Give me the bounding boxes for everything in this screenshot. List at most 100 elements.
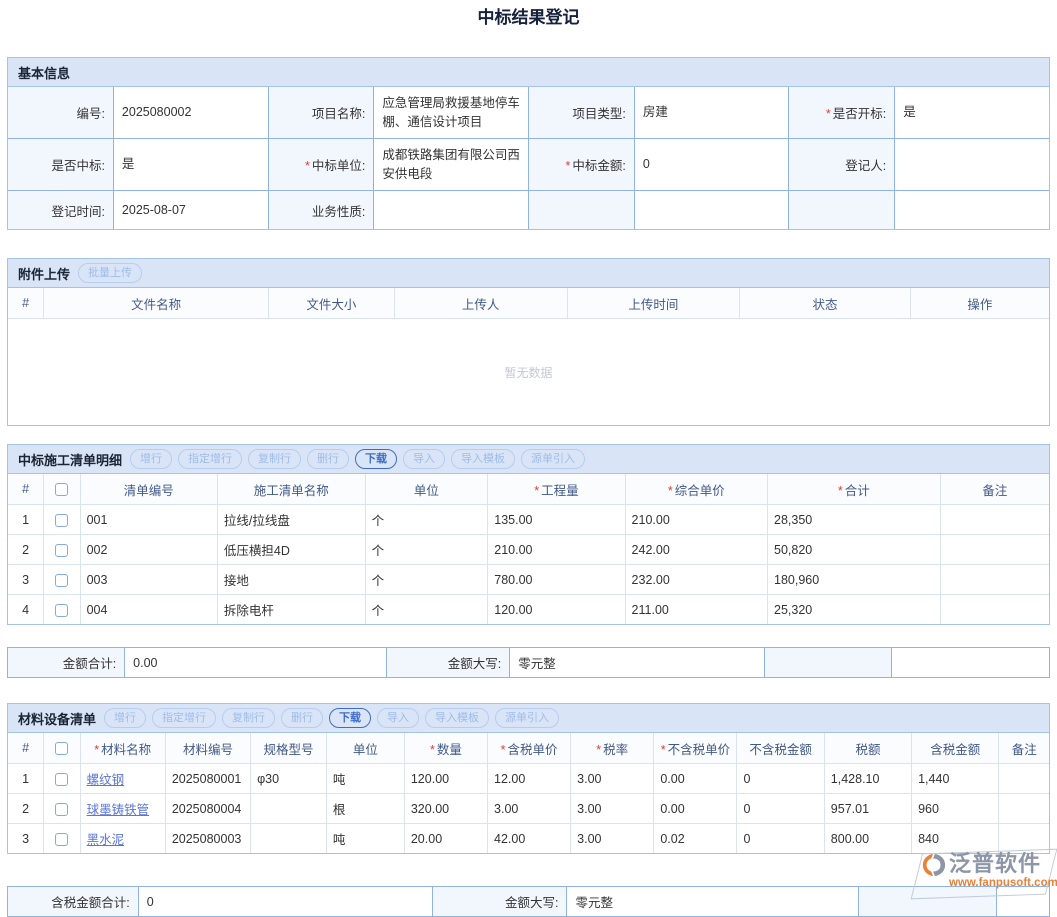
cell <box>999 764 1049 794</box>
cell: 004 <box>80 595 217 625</box>
column-header: *合计 <box>768 474 941 505</box>
totals-spacer-label <box>764 648 892 677</box>
section-title: 附件上传 <box>18 264 70 283</box>
field-value: 0 <box>634 139 789 191</box>
cell: 0.02 <box>654 824 737 854</box>
checkbox-icon[interactable] <box>55 773 68 786</box>
cell: 210.00 <box>625 505 767 535</box>
field-label: *中标金额: <box>528 139 634 191</box>
field-value: 成都铁路集团有限公司西安供电段 <box>374 139 529 191</box>
select-all-checkbox[interactable] <box>44 733 80 764</box>
column-header: # <box>8 733 44 764</box>
copy-row-button[interactable]: 复制行 <box>248 449 301 469</box>
cell: 拉线/拉线盘 <box>217 505 365 535</box>
copy-row-button[interactable]: 复制行 <box>222 708 275 728</box>
section-bid-list-header: 中标施工清单明细 增行指定增行复制行删行下载导入导入模板源单引入 <box>8 445 1049 474</box>
required-asterisk: * <box>838 484 843 498</box>
cell: 0 <box>737 764 824 794</box>
column-header: 文件大小 <box>269 288 395 319</box>
material-link[interactable]: 球墨铸铁管 <box>87 803 150 817</box>
select-all-checkbox[interactable] <box>44 474 80 505</box>
cell <box>940 595 1049 625</box>
add-row-button[interactable]: 增行 <box>104 708 146 728</box>
field-label: 登记时间: <box>8 191 113 230</box>
cell: 50,820 <box>768 535 941 565</box>
field-value: 应急管理局救援基地停车棚、通信设计项目 <box>374 87 529 139</box>
field-label: 项目名称: <box>268 87 374 139</box>
cell: 232.00 <box>625 565 767 595</box>
cell: 个 <box>365 505 488 535</box>
column-header: 施工清单名称 <box>217 474 365 505</box>
table-row: 1001拉线/拉线盘个135.00210.0028,350 <box>8 505 1049 535</box>
field-value <box>895 191 1049 230</box>
section-title: 中标施工清单明细 <box>18 450 122 469</box>
cell: 3.00 <box>571 794 654 824</box>
source-import-button[interactable]: 源单引入 <box>495 708 559 728</box>
cell: 个 <box>365 535 488 565</box>
checkbox-icon[interactable] <box>55 574 68 587</box>
column-header: 规格型号 <box>251 733 327 764</box>
section-basic-info: 基本信息 编号:2025080002项目名称:应急管理局救援基地停车棚、通信设计… <box>7 57 1050 230</box>
cell: 黑水泥 <box>80 824 165 854</box>
delete-row-button[interactable]: 删行 <box>307 449 349 469</box>
fanpu-brand-text: 泛普软件 <box>949 852 1057 876</box>
column-header: *数量 <box>404 733 487 764</box>
field-value: 房建 <box>634 87 789 139</box>
row-index: 1 <box>8 505 44 535</box>
cell: φ30 <box>251 764 327 794</box>
bid-list-totals-row: 金额合计: 0.00 金额大写: 零元整 <box>7 647 1050 678</box>
column-header: 材料编号 <box>165 733 250 764</box>
insert-row-button[interactable]: 指定增行 <box>178 449 242 469</box>
download-button[interactable]: 下载 <box>329 708 371 728</box>
material-link[interactable]: 黑水泥 <box>87 833 125 847</box>
column-header: 状态 <box>740 288 911 319</box>
required-asterisk: * <box>565 159 570 173</box>
checkbox-icon[interactable] <box>55 604 68 617</box>
amount-caps-label: 金额大写: <box>386 648 509 677</box>
column-header: *材料名称 <box>80 733 165 764</box>
field-label: 是否中标: <box>8 139 113 191</box>
cell: 003 <box>80 565 217 595</box>
checkbox-icon[interactable] <box>55 742 68 755</box>
cell: 960 <box>912 794 999 824</box>
section-basic-info-header: 基本信息 <box>8 58 1049 87</box>
import-button[interactable]: 导入 <box>377 708 419 728</box>
download-button[interactable]: 下载 <box>355 449 397 469</box>
table-row: 3003接地个780.00232.00180,960 <box>8 565 1049 595</box>
checkbox-icon[interactable] <box>55 833 68 846</box>
batch-upload-button[interactable]: 批量上传 <box>78 263 142 283</box>
cell <box>251 824 327 854</box>
source-import-button[interactable]: 源单引入 <box>521 449 585 469</box>
cell: 25,320 <box>768 595 941 625</box>
field-value: 2025-08-07 <box>113 191 268 230</box>
column-header: *综合单价 <box>625 474 767 505</box>
field-label: *中标单位: <box>268 139 374 191</box>
cell: 吨 <box>326 764 404 794</box>
field-label <box>789 191 895 230</box>
tax-amount-total-label: 含税金额合计: <box>8 887 138 916</box>
add-row-button[interactable]: 增行 <box>130 449 172 469</box>
cell: 1,440 <box>912 764 999 794</box>
material-link[interactable]: 螺纹钢 <box>87 773 125 787</box>
section-title: 材料设备清单 <box>18 709 96 728</box>
checkbox-icon[interactable] <box>55 483 68 496</box>
attachments-table: #文件名称文件大小上传人上传时间状态操作 <box>8 288 1049 319</box>
checkbox-icon[interactable] <box>55 514 68 527</box>
checkbox-icon[interactable] <box>55 544 68 557</box>
insert-row-button[interactable]: 指定增行 <box>152 708 216 728</box>
field-value <box>374 191 529 230</box>
import-template-button[interactable]: 导入模板 <box>425 708 489 728</box>
cell: 002 <box>80 535 217 565</box>
delete-row-button[interactable]: 删行 <box>281 708 323 728</box>
checkbox-icon[interactable] <box>55 803 68 816</box>
cell <box>940 535 1049 565</box>
cell: 3.00 <box>488 794 571 824</box>
import-template-button[interactable]: 导入模板 <box>451 449 515 469</box>
row-index: 3 <box>8 824 44 854</box>
tax-amount-total-value: 0 <box>138 887 432 916</box>
row-index: 2 <box>8 794 44 824</box>
field-label: 编号: <box>8 87 113 139</box>
fanpu-watermark: 泛普软件 www.fanpusoft.com <box>915 848 1055 900</box>
required-asterisk: * <box>661 743 666 757</box>
import-button[interactable]: 导入 <box>403 449 445 469</box>
